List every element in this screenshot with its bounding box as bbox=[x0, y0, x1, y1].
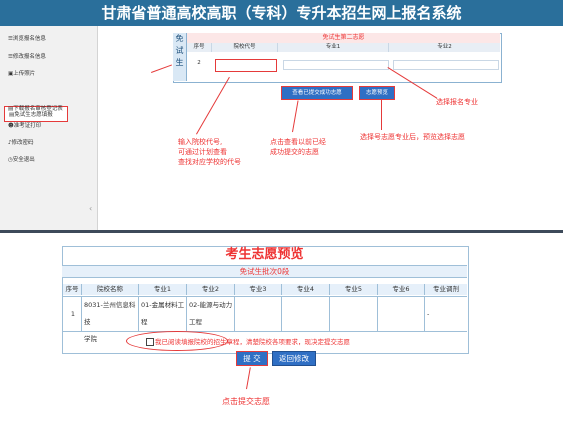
arrow-to-preview bbox=[381, 100, 382, 130]
preview-subtitle: 免试生批次0段 bbox=[62, 265, 467, 278]
note-input-code-1: 输入院校代号, bbox=[178, 138, 223, 146]
agree-checkbox[interactable] bbox=[146, 338, 154, 346]
pv-header-adjust: 专业调剂 bbox=[425, 284, 467, 295]
pv-cell-major5 bbox=[330, 296, 378, 332]
submit-button[interactable]: 提 交 bbox=[236, 351, 268, 366]
pv-cell-major2: 02-能源与动力 工程 bbox=[187, 296, 235, 332]
sidebar-item-edit-info[interactable]: ☰修改报名信息 bbox=[8, 52, 46, 60]
mianshi-badge: 免 试 生 bbox=[173, 33, 187, 81]
col-header-seq: 序号 bbox=[187, 43, 212, 52]
pv-header-major2: 专业2 bbox=[187, 284, 235, 295]
badge-char: 试 bbox=[175, 46, 184, 55]
arrow-to-badge bbox=[151, 64, 173, 73]
note-after-select: 选择号志愿专业后，预览选择志愿 bbox=[360, 133, 465, 141]
pv-cell-major3 bbox=[235, 296, 282, 332]
pv-header-major4: 专业4 bbox=[282, 284, 330, 295]
pv-cell-major4 bbox=[282, 296, 330, 332]
pv-school-line: 8031-兰州信息科技 bbox=[84, 301, 136, 326]
pv-major2-line: 02-能源与动力 bbox=[189, 301, 233, 309]
sidebar: ☰浏览报名信息 ☰修改报名信息 ▣上传照片 ▤免试生志愿填报 ▤下载报名审核登记… bbox=[0, 26, 98, 230]
form-title: 免试生第二志愿 bbox=[187, 33, 500, 43]
note-view-history-1: 点击查看以前已经 bbox=[270, 138, 326, 146]
col-header-major2: 专业2 bbox=[389, 43, 500, 52]
pv-adjust-text: - bbox=[427, 310, 430, 318]
note-input-code-3: 查找对应学校的代号 bbox=[178, 158, 241, 166]
pv-cell-seq: 1 bbox=[63, 296, 82, 332]
pv-cell-adjust: - bbox=[425, 296, 467, 332]
arrow-to-submit bbox=[246, 367, 251, 390]
sidebar-item-view-info[interactable]: ☰浏览报名信息 bbox=[8, 34, 46, 42]
badge-char: 生 bbox=[175, 58, 184, 67]
pv-cell-major1: 01-金属材料工 程 bbox=[139, 296, 187, 332]
major2-select[interactable] bbox=[393, 60, 499, 70]
pv-major1-line: 程 bbox=[141, 318, 148, 326]
sidebar-item-admission-ticket[interactable]: ☻准考证打印 bbox=[8, 121, 41, 129]
note-select-major: 选择报名专业 bbox=[436, 98, 478, 106]
arrow-to-code bbox=[196, 76, 230, 135]
row-seq: 2 bbox=[197, 60, 201, 66]
pv-header-major3: 专业3 bbox=[235, 284, 282, 295]
pv-major2-line: 工程 bbox=[189, 318, 202, 326]
pv-major1-line: 01-金属材料工 bbox=[141, 301, 185, 309]
col-header-code: 院校代号 bbox=[212, 43, 278, 52]
note-click-submit: 点击提交志愿 bbox=[222, 397, 270, 406]
pv-seq-text: 1 bbox=[70, 310, 76, 318]
arrow-to-view bbox=[292, 100, 299, 133]
pv-header-major1: 专业1 bbox=[139, 284, 187, 295]
note-input-code-2: 可通过计划查看 bbox=[178, 148, 227, 156]
sidebar-item-download-form[interactable]: ▤下载报名审核登记表 bbox=[8, 104, 63, 112]
school-code-input[interactable] bbox=[215, 59, 277, 72]
sidebar-item-logout[interactable]: ◷安全退出 bbox=[8, 155, 35, 163]
app-title: 甘肃省普通高校高职（专科）专升本招生网上报名系统 bbox=[101, 4, 462, 22]
pv-header-seq: 序号 bbox=[63, 284, 82, 295]
pv-cell-school: 8031-兰州信息科技 学院 bbox=[82, 296, 139, 343]
sidebar-item-upload-photo[interactable]: ▣上传照片 bbox=[8, 69, 35, 77]
note-view-history-2: 成功提交的志愿 bbox=[270, 148, 319, 156]
pv-header-school: 院校名称 bbox=[82, 284, 139, 295]
major1-select[interactable] bbox=[283, 60, 389, 70]
agree-text: 我已阅读填报院校的招生章程，清楚院校各项要求，现决定提交志愿 bbox=[155, 338, 350, 346]
back-edit-button[interactable]: 返回修改 bbox=[272, 351, 316, 366]
pv-cell-major6 bbox=[378, 296, 425, 332]
chevron-left-icon[interactable]: ‹ bbox=[89, 200, 97, 218]
view-submitted-button[interactable]: 查看已提交成功志愿 bbox=[281, 86, 353, 100]
badge-char: 免 bbox=[175, 34, 184, 43]
section-divider bbox=[0, 230, 563, 233]
preview-button[interactable]: 志愿预览 bbox=[359, 86, 395, 100]
preview-title: 考生志愿预览 bbox=[225, 247, 304, 262]
app-title-bar: 甘肃省普通高校高职（专科）专升本招生网上报名系统 bbox=[0, 0, 563, 26]
sidebar-item-change-password[interactable]: ♪修改密码 bbox=[8, 138, 34, 146]
col-header-major1: 专业1 bbox=[278, 43, 389, 52]
pv-header-major6: 专业6 bbox=[378, 284, 425, 295]
pv-header-major5: 专业5 bbox=[330, 284, 378, 295]
